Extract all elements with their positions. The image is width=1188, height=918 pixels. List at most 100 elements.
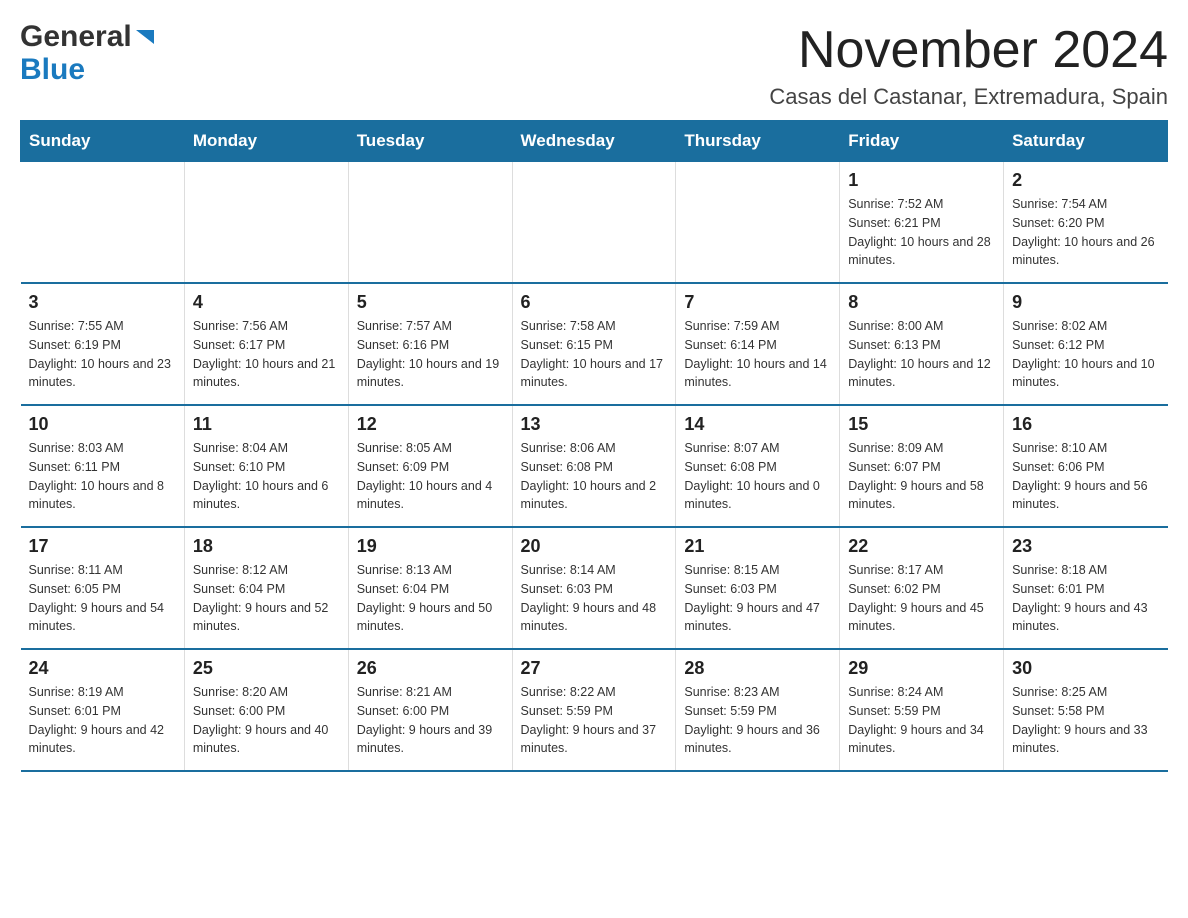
calendar-cell: 26 Sunrise: 8:21 AMSunset: 6:00 PMDayligh… (348, 649, 512, 771)
day-number: 16 (1012, 414, 1159, 435)
day-number: 2 (1012, 170, 1159, 191)
day-number: 1 (848, 170, 995, 191)
page-subtitle: Casas del Castanar, Extremadura, Spain (769, 84, 1168, 110)
cell-info: Sunrise: 8:18 AMSunset: 6:01 PMDaylight:… (1012, 561, 1159, 636)
day-number: 29 (848, 658, 995, 679)
calendar-cell: 3 Sunrise: 7:55 AMSunset: 6:19 PMDaylight… (21, 283, 185, 405)
calendar-cell: 29 Sunrise: 8:24 AMSunset: 5:59 PMDayligh… (840, 649, 1004, 771)
calendar-cell: 4 Sunrise: 7:56 AMSunset: 6:17 PMDaylight… (184, 283, 348, 405)
calendar-row: 24 Sunrise: 8:19 AMSunset: 6:01 PMDayligh… (21, 649, 1168, 771)
weekday-header: Friday (840, 121, 1004, 162)
calendar-cell: 16Sunrise: 8:10 AMSunset: 6:06 PMDayligh… (1004, 405, 1168, 527)
calendar-cell: 15Sunrise: 8:09 AMSunset: 6:07 PMDayligh… (840, 405, 1004, 527)
calendar-cell: 25Sunrise: 8:20 AMSunset: 6:00 PMDayligh… (184, 649, 348, 771)
cell-info: Sunrise: 7:56 AMSunset: 6:17 PMDaylight:… (193, 317, 340, 392)
logo-general: General (20, 20, 132, 53)
page-title: November 2024 (769, 20, 1168, 80)
cell-info: Sunrise: 7:59 AMSunset: 6:14 PMDaylight:… (684, 317, 831, 392)
cell-info: Sunrise: 8:22 AMSunset: 5:59 PMDaylight:… (521, 683, 668, 758)
logo: General Blue (20, 20, 156, 86)
day-number: 5 (357, 292, 504, 313)
calendar-cell: 13 Sunrise: 8:06 AMSunset: 6:08 PMDayligh… (512, 405, 676, 527)
weekday-header: Tuesday (348, 121, 512, 162)
day-number: 21 (684, 536, 831, 557)
cell-info: Sunrise: 8:05 AMSunset: 6:09 PMDaylight:… (357, 439, 504, 514)
cell-info: Sunrise: 7:57 AMSunset: 6:16 PMDaylight:… (357, 317, 504, 392)
calendar-cell (512, 162, 676, 284)
cell-info: Sunrise: 8:12 AMSunset: 6:04 PMDaylight:… (193, 561, 340, 636)
day-number: 12 (357, 414, 504, 435)
cell-info: Sunrise: 8:02 AMSunset: 6:12 PMDaylight:… (1012, 317, 1159, 392)
day-number: 4 (193, 292, 340, 313)
calendar-cell: 22 Sunrise: 8:17 AMSunset: 6:02 PMDayligh… (840, 527, 1004, 649)
cell-info: Sunrise: 7:58 AMSunset: 6:15 PMDaylight:… (521, 317, 668, 392)
cell-info: Sunrise: 8:09 AMSunset: 6:07 PMDaylight:… (848, 439, 995, 514)
cell-info: Sunrise: 8:07 AMSunset: 6:08 PMDaylight:… (684, 439, 831, 514)
cell-info: Sunrise: 8:19 AMSunset: 6:01 PMDaylight:… (29, 683, 176, 758)
calendar-cell: 17 Sunrise: 8:11 AMSunset: 6:05 PMDayligh… (21, 527, 185, 649)
cell-info: Sunrise: 8:17 AMSunset: 6:02 PMDaylight:… (848, 561, 995, 636)
calendar-cell: 6Sunrise: 7:58 AMSunset: 6:15 PMDaylight… (512, 283, 676, 405)
cell-info: Sunrise: 8:21 AMSunset: 6:00 PMDaylight:… (357, 683, 504, 758)
cell-info: Sunrise: 7:55 AMSunset: 6:19 PMDaylight:… (29, 317, 176, 392)
calendar-cell: 5 Sunrise: 7:57 AMSunset: 6:16 PMDaylight… (348, 283, 512, 405)
cell-info: Sunrise: 8:03 AMSunset: 6:11 PMDaylight:… (29, 439, 176, 514)
cell-info: Sunrise: 8:20 AMSunset: 6:00 PMDaylight:… (193, 683, 340, 758)
calendar-cell: 9 Sunrise: 8:02 AMSunset: 6:12 PMDaylight… (1004, 283, 1168, 405)
day-number: 26 (357, 658, 504, 679)
logo-triangle-icon (134, 26, 156, 48)
cell-info: Sunrise: 8:04 AMSunset: 6:10 PMDaylight:… (193, 439, 340, 514)
calendar-cell: 2Sunrise: 7:54 AMSunset: 6:20 PMDaylight… (1004, 162, 1168, 284)
day-number: 28 (684, 658, 831, 679)
cell-info: Sunrise: 8:24 AMSunset: 5:59 PMDaylight:… (848, 683, 995, 758)
weekday-header: Monday (184, 121, 348, 162)
day-number: 23 (1012, 536, 1159, 557)
calendar-cell: 7 Sunrise: 7:59 AMSunset: 6:14 PMDaylight… (676, 283, 840, 405)
cell-info: Sunrise: 8:11 AMSunset: 6:05 PMDaylight:… (29, 561, 176, 636)
calendar-cell: 1 Sunrise: 7:52 AMSunset: 6:21 PMDaylight… (840, 162, 1004, 284)
day-number: 19 (357, 536, 504, 557)
title-section: November 2024 Casas del Castanar, Extrem… (769, 20, 1168, 110)
day-number: 13 (521, 414, 668, 435)
calendar-cell (21, 162, 185, 284)
weekday-header: Wednesday (512, 121, 676, 162)
day-number: 17 (29, 536, 176, 557)
cell-info: Sunrise: 8:23 AMSunset: 5:59 PMDaylight:… (684, 683, 831, 758)
calendar-cell: 23 Sunrise: 8:18 AMSunset: 6:01 PMDayligh… (1004, 527, 1168, 649)
weekday-header: Thursday (676, 121, 840, 162)
page-header: General Blue November 2024 Casas del Cas… (20, 20, 1168, 110)
calendar-cell: 19 Sunrise: 8:13 AMSunset: 6:04 PMDayligh… (348, 527, 512, 649)
day-number: 30 (1012, 658, 1159, 679)
weekday-header: Sunday (21, 121, 185, 162)
logo-blue: Blue (20, 53, 85, 86)
day-number: 20 (521, 536, 668, 557)
calendar-cell (676, 162, 840, 284)
calendar-cell: 11Sunrise: 8:04 AMSunset: 6:10 PMDayligh… (184, 405, 348, 527)
calendar-cell (184, 162, 348, 284)
calendar-row: 10Sunrise: 8:03 AMSunset: 6:11 PMDayligh… (21, 405, 1168, 527)
cell-info: Sunrise: 8:00 AMSunset: 6:13 PMDaylight:… (848, 317, 995, 392)
cell-info: Sunrise: 8:13 AMSunset: 6:04 PMDaylight:… (357, 561, 504, 636)
cell-info: Sunrise: 8:14 AMSunset: 6:03 PMDaylight:… (521, 561, 668, 636)
calendar-cell: 27 Sunrise: 8:22 AMSunset: 5:59 PMDayligh… (512, 649, 676, 771)
day-number: 14 (684, 414, 831, 435)
cell-info: Sunrise: 8:25 AMSunset: 5:58 PMDaylight:… (1012, 683, 1159, 758)
day-number: 9 (1012, 292, 1159, 313)
calendar-cell: 14 Sunrise: 8:07 AMSunset: 6:08 PMDayligh… (676, 405, 840, 527)
calendar-row: 1 Sunrise: 7:52 AMSunset: 6:21 PMDaylight… (21, 162, 1168, 284)
calendar-cell: 30 Sunrise: 8:25 AMSunset: 5:58 PMDayligh… (1004, 649, 1168, 771)
day-number: 27 (521, 658, 668, 679)
calendar-cell: 10Sunrise: 8:03 AMSunset: 6:11 PMDayligh… (21, 405, 185, 527)
calendar-cell: 21Sunrise: 8:15 AMSunset: 6:03 PMDayligh… (676, 527, 840, 649)
day-number: 3 (29, 292, 176, 313)
day-number: 8 (848, 292, 995, 313)
calendar-table: SundayMondayTuesdayWednesdayThursdayFrid… (20, 120, 1168, 772)
day-number: 22 (848, 536, 995, 557)
day-number: 24 (29, 658, 176, 679)
day-number: 7 (684, 292, 831, 313)
weekday-header: Saturday (1004, 121, 1168, 162)
cell-info: Sunrise: 8:06 AMSunset: 6:08 PMDaylight:… (521, 439, 668, 514)
calendar-row: 3 Sunrise: 7:55 AMSunset: 6:19 PMDaylight… (21, 283, 1168, 405)
cell-info: Sunrise: 7:52 AMSunset: 6:21 PMDaylight:… (848, 195, 995, 270)
day-number: 18 (193, 536, 340, 557)
